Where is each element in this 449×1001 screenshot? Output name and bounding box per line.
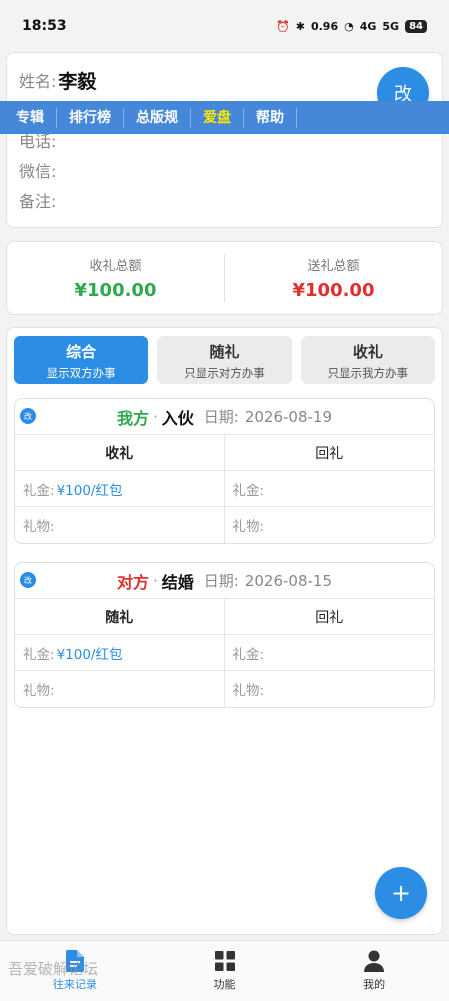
name-label: 姓名:	[19, 72, 57, 91]
tab-all-sub: 显示双方办事	[46, 366, 116, 380]
received-total: 收礼总额 ¥100.00	[7, 255, 224, 301]
note-row: 备注:	[19, 185, 430, 215]
record-gift-left: 礼物:	[15, 671, 225, 707]
contact-name: 李毅	[58, 70, 97, 93]
add-record-button[interactable]: +	[375, 867, 427, 919]
bottom-nav-records-label: 往来记录	[52, 978, 97, 991]
status-icons: ⏰ ✱ 0.96 ◔ 4G 5G 84	[276, 19, 427, 33]
bottom-nav-records[interactable]: 往来记录	[0, 941, 150, 1001]
net-speed: 0.96	[310, 19, 339, 33]
record-date: 2026-08-19	[244, 407, 333, 426]
record-right-header: 回礼	[224, 435, 434, 471]
record-money-right: 礼金:	[224, 471, 434, 507]
nav-item-aipan[interactable]: 爱盘	[191, 107, 244, 128]
record-left-header: 随礼	[15, 599, 225, 635]
wifi-icon: ◔	[344, 19, 354, 33]
bottom-nav-functions-label: 功能	[213, 978, 236, 991]
note-label: 备注:	[19, 192, 57, 211]
record-left-header: 收礼	[15, 435, 225, 471]
name-row: 姓名: 李毅	[19, 65, 430, 95]
record-grid: 收礼 回礼 礼金: ¥100/红包 礼金: 礼物: 礼物:	[15, 435, 434, 543]
received-label: 收礼总额	[89, 259, 142, 274]
tab-all[interactable]: 综合 显示双方办事	[14, 336, 149, 384]
record-party: 我方	[116, 408, 149, 428]
record-money-right: 礼金:	[224, 635, 434, 671]
tab-given-sub: 只显示对方办事	[184, 366, 265, 380]
received-value: ¥100.00	[74, 280, 157, 301]
filter-tabs: 综合 显示双方办事 随礼 只显示对方办事 收礼 只显示我方办事	[14, 336, 435, 384]
record-money-left: 礼金: ¥100/红包	[15, 635, 225, 671]
bluetooth-icon: ✱	[295, 19, 305, 33]
tab-given[interactable]: 随礼 只显示对方办事	[157, 336, 292, 384]
signal-4g: 4G	[359, 19, 377, 33]
sent-value: ¥100.00	[292, 280, 375, 301]
record-gift-right: 礼物:	[232, 683, 265, 699]
signal-5g: 5G	[382, 19, 400, 33]
tab-received[interactable]: 收礼 只显示我方办事	[300, 336, 435, 384]
records-card: 综合 显示双方办事 随礼 只显示对方办事 收礼 只显示我方办事 改 我方 · 入…	[6, 327, 443, 935]
record-gift-left: 礼物:	[15, 507, 225, 543]
record-header: 改 我方 · 入伙 日期: 2026-08-19	[15, 399, 434, 435]
person-icon	[364, 950, 385, 972]
tab-given-title: 随礼	[209, 343, 240, 361]
record-sep: ·	[152, 407, 158, 426]
nav-item-album[interactable]: 专辑	[4, 107, 57, 128]
record-money-left: 礼金: ¥100/红包	[15, 471, 225, 507]
status-bar: 18:53 ⏰ ✱ 0.96 ◔ 4G 5G 84	[0, 0, 449, 52]
grid-icon	[214, 950, 235, 972]
bottom-nav-functions[interactable]: 功能	[150, 941, 300, 1001]
record-date: 2026-08-15	[244, 571, 333, 590]
nav-item-rules[interactable]: 总版规	[124, 107, 191, 128]
record-event: 入伙	[161, 408, 194, 428]
record-date-label: 日期:	[203, 408, 239, 426]
record-right-header: 回礼	[224, 599, 434, 635]
wechat-row: 微信:	[19, 155, 430, 185]
record-grid: 随礼 回礼 礼金: ¥100/红包 礼金: 礼物: 礼物:	[15, 599, 434, 707]
bottom-nav-mine[interactable]: 我的	[299, 941, 449, 1001]
tab-received-sub: 只显示我方办事	[327, 366, 409, 380]
record-item[interactable]: 改 对方 · 结婚 日期: 2026-08-15 随礼 回礼 礼金: ¥100/红…	[14, 562, 435, 708]
document-icon	[65, 950, 84, 972]
record-item[interactable]: 改 我方 · 入伙 日期: 2026-08-19 收礼 回礼 礼金: ¥100/红…	[14, 398, 435, 544]
status-time: 18:53	[22, 18, 67, 34]
nav-item-ranking[interactable]: 排行榜	[57, 107, 124, 128]
record-gift-right: 礼物:	[232, 519, 265, 535]
record-date-label: 日期:	[203, 572, 239, 590]
record-event: 结婚	[161, 572, 194, 592]
wechat-label: 微信:	[19, 162, 57, 181]
totals-card: 收礼总额 ¥100.00 送礼总额 ¥100.00	[6, 241, 443, 315]
record-party: 对方	[116, 572, 149, 592]
sent-label: 送礼总额	[307, 259, 360, 274]
tab-all-title: 综合	[66, 343, 97, 361]
record-header: 改 对方 · 结婚 日期: 2026-08-15	[15, 563, 434, 599]
battery-icon: 84	[405, 19, 427, 33]
tab-received-title: 收礼	[352, 343, 383, 361]
alarm-icon: ⏰	[276, 19, 290, 33]
record-sep: ·	[152, 571, 158, 590]
top-nav-bar: 专辑 排行榜 总版规 爱盘 帮助	[0, 101, 449, 134]
contact-card: 姓名: 李毅 电话: 微信: 备注: 改	[6, 52, 443, 228]
sent-total: 送礼总额 ¥100.00	[225, 255, 442, 301]
edit-record-button[interactable]: 改	[20, 408, 36, 424]
bottom-nav-mine-label: 我的	[363, 978, 386, 991]
edit-record-button[interactable]: 改	[20, 572, 36, 588]
nav-item-help[interactable]: 帮助	[244, 107, 297, 128]
bottom-nav: 往来记录 功能 我的	[0, 940, 449, 1001]
